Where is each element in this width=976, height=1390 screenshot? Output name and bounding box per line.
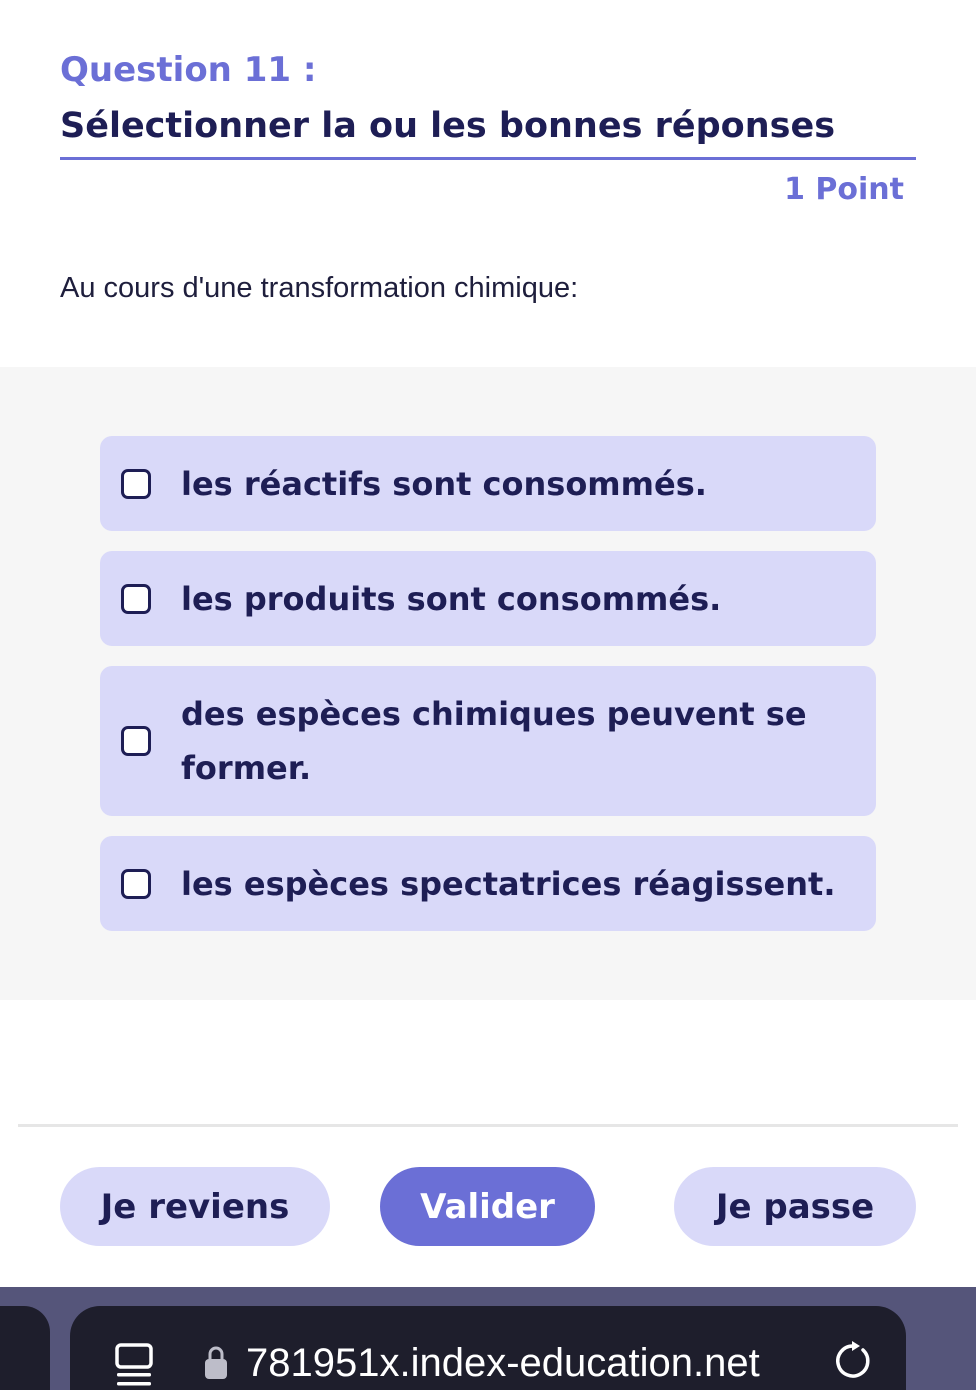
reload-icon[interactable]	[832, 1340, 874, 1384]
answer-checkbox[interactable]	[121, 868, 151, 899]
header-divider	[60, 157, 916, 160]
question-instruction: Sélectionner la ou les bonnes réponses	[60, 106, 836, 146]
question-points: 1 Point	[784, 172, 904, 207]
url-text: 781951x.index-education.net	[246, 1341, 760, 1385]
answer-option-1[interactable]: les réactifs sont consommés.	[100, 436, 876, 531]
tabs-icon[interactable]	[114, 1342, 154, 1388]
previous-tab[interactable]	[0, 1306, 50, 1390]
validate-button[interactable]: Valider	[380, 1167, 595, 1246]
question-number: Question 11 :	[60, 50, 317, 90]
footer-divider	[18, 1124, 958, 1127]
answer-label: les réactifs sont consommés.	[181, 464, 707, 503]
question-header: Question 11 : Sélectionner la ou les bon…	[60, 44, 916, 152]
answer-option-4[interactable]: les espèces spectatrices réagissent.	[100, 836, 876, 931]
answer-option-2[interactable]: les produits sont consommés.	[100, 551, 876, 646]
answer-label: les espèces spectatrices réagissent.	[181, 864, 836, 903]
answer-label: des espèces chimiques peuvent se former.	[181, 695, 807, 787]
answer-option-3[interactable]: des espèces chimiques peuvent se former.	[100, 666, 876, 816]
lock-icon	[205, 1346, 227, 1379]
answer-checkbox[interactable]	[121, 726, 151, 756]
answer-checkbox[interactable]	[121, 583, 151, 614]
skip-button[interactable]: Je passe	[674, 1167, 916, 1246]
answer-label: les produits sont consommés.	[181, 579, 722, 618]
question-stem: Au cours d'une transformation chimique:	[60, 272, 579, 304]
back-button[interactable]: Je reviens	[60, 1167, 330, 1246]
answer-checkbox[interactable]	[121, 468, 151, 499]
